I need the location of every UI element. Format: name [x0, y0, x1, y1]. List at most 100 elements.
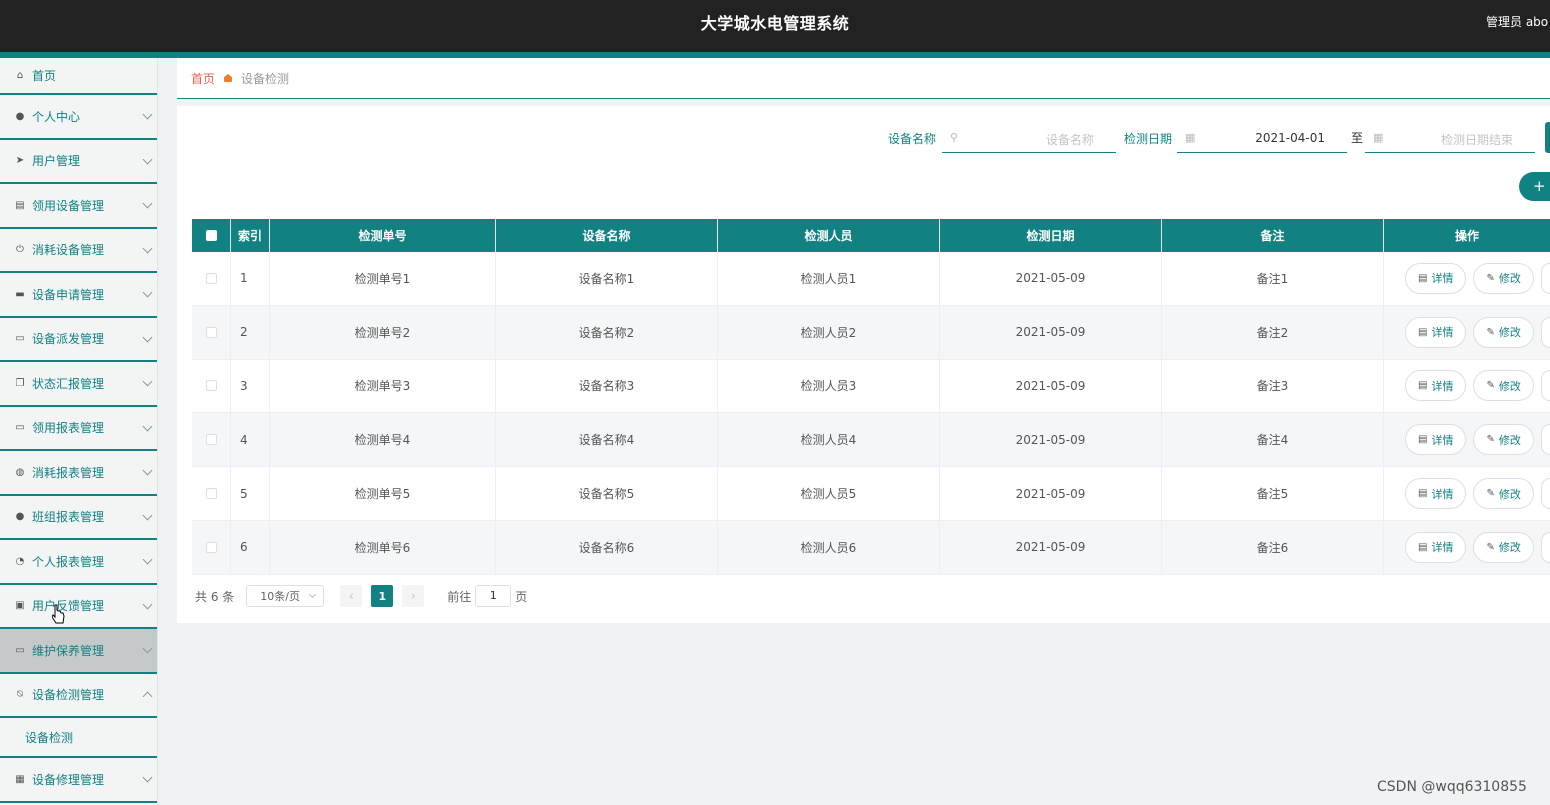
- column-header-check-date[interactable]: 检测日期: [940, 219, 1162, 252]
- detail-button[interactable]: ▤ 详情: [1405, 316, 1467, 348]
- detail-label: 详情: [1431, 487, 1454, 501]
- sidebar-item-11[interactable]: ● 班组报表管理: [0, 496, 157, 540]
- delete-button[interactable]: [1540, 424, 1550, 456]
- document-icon: ▤: [1418, 272, 1428, 284]
- row-checkbox[interactable]: [205, 326, 217, 338]
- cell-note: 备注3: [1162, 359, 1384, 413]
- sidebar-item-14[interactable]: ▭ 维护保养管理: [0, 629, 157, 674]
- table-row[interactable]: 6 检测单号6 设备名称6 检测人员6 2021-05-09 备注6 ▤ 详情 ✎ 修改: [192, 520, 1550, 575]
- wallet-icon: ▭: [15, 422, 25, 434]
- row-checkbox[interactable]: [205, 488, 217, 500]
- prev-page-button[interactable]: ‹: [340, 585, 363, 607]
- cell-device-name: 设备名称3: [496, 359, 718, 413]
- cell-check-no: 检测单号1: [270, 252, 496, 305]
- sidebar-item-2[interactable]: ● 个人中心: [0, 95, 157, 140]
- cell-check-no: 检测单号3: [270, 359, 496, 413]
- delete-button[interactable]: [1540, 531, 1550, 563]
- edit-button[interactable]: ✎ 修改: [1473, 370, 1534, 402]
- delete-button[interactable]: [1540, 478, 1550, 510]
- detail-button[interactable]: ▤ 详情: [1405, 424, 1467, 456]
- cell-check-no: 检测单号2: [270, 305, 496, 359]
- sidebar-subitem-device-check[interactable]: 设备检测: [0, 718, 157, 758]
- date-start-value: 2021-04-01: [1255, 131, 1325, 145]
- detail-button[interactable]: ▤ 详情: [1405, 531, 1467, 563]
- sidebar-item-9[interactable]: ▭ 领用报表管理: [0, 407, 157, 451]
- detail-button[interactable]: ▤ 详情: [1405, 262, 1467, 294]
- sidebar-item-label: 个人中心: [32, 109, 81, 124]
- delete-button[interactable]: [1540, 316, 1550, 348]
- table-row[interactable]: 1 检测单号1 设备名称1 检测人员1 2021-05-09 备注1 ▤ 详情 ✎ 修改: [192, 252, 1550, 306]
- cell-check-no: 检测单号5: [270, 467, 496, 520]
- sidebar-item-8[interactable]: ❐ 状态汇报管理: [0, 362, 157, 407]
- page-number-button[interactable]: 1: [371, 585, 394, 607]
- edit-button[interactable]: ✎ 修改: [1473, 262, 1534, 294]
- device-name-input[interactable]: ⚲ 设备名称: [942, 122, 1116, 153]
- document-icon: ▤: [1418, 541, 1428, 553]
- app-title: 大学城水电管理系统: [700, 14, 850, 33]
- delete-button[interactable]: [1540, 262, 1550, 294]
- sidebar-item-13[interactable]: ▣ 用户反馈管理: [0, 585, 157, 629]
- detail-button[interactable]: ▤ 详情: [1405, 370, 1467, 402]
- date-start-input[interactable]: ▦ 2021-04-01: [1177, 122, 1347, 153]
- cell-note: 备注2: [1162, 305, 1384, 359]
- row-checkbox[interactable]: [205, 380, 217, 392]
- detail-label: 详情: [1431, 379, 1454, 393]
- sidebar-item-6[interactable]: ▬ 设备申请管理: [0, 273, 157, 318]
- next-page-button[interactable]: ›: [402, 585, 425, 607]
- cell-index: 4: [231, 413, 270, 467]
- edit-button[interactable]: ✎ 修改: [1473, 316, 1534, 348]
- table-row[interactable]: 4 检测单号4 设备名称4 检测人员4 2021-05-09 备注4 ▤ 详情 ✎ 修改: [192, 413, 1550, 468]
- table-row[interactable]: 5 检测单号5 设备名称5 检测人员5 2021-05-09 备注5 ▤ 详情 ✎ 修改: [192, 467, 1550, 521]
- edit-label: 修改: [1498, 433, 1521, 447]
- sidebar-item-label: 设备申请管理: [32, 287, 105, 302]
- breadcrumb-home[interactable]: 首页: [191, 70, 215, 87]
- edit-label: 修改: [1498, 326, 1521, 340]
- row-checkbox[interactable]: [205, 272, 217, 284]
- power-icon: ⏻: [16, 244, 24, 256]
- detail-label: 详情: [1431, 541, 1454, 555]
- user-info[interactable]: 管理员 abo: [1486, 13, 1548, 30]
- document-icon: ▤: [1418, 380, 1428, 392]
- row-checkbox[interactable]: [205, 434, 217, 446]
- column-header-index[interactable]: 索引: [231, 219, 270, 252]
- sidebar-item-12[interactable]: ◔ 个人报表管理: [0, 540, 157, 585]
- column-header-check-no[interactable]: 检测单号: [270, 219, 496, 252]
- cell-inspector: 检测人员5: [718, 467, 940, 520]
- row-select-cell: [192, 305, 231, 359]
- edit-button[interactable]: ✎ 修改: [1473, 478, 1534, 510]
- table-row[interactable]: 3 检测单号3 设备名称3 检测人员3 2021-05-09 备注3 ▤ 详情 ✎ 修改: [192, 359, 1550, 414]
- edit-button[interactable]: ✎ 修改: [1473, 531, 1534, 563]
- date-end-input[interactable]: ▦ 检测日期结束: [1365, 122, 1535, 153]
- page-size-select[interactable]: 10条/页: [246, 585, 325, 607]
- detail-button[interactable]: ▤ 详情: [1405, 478, 1467, 510]
- table-row[interactable]: 2 检测单号2 设备名称2 检测人员2 2021-05-09 备注2 ▤ 详情 ✎ 修改: [192, 305, 1550, 360]
- sidebar-item-4[interactable]: ▤ 领用设备管理: [0, 184, 157, 229]
- row-checkbox[interactable]: [205, 541, 217, 553]
- page-suffix-label: 页: [515, 589, 528, 604]
- delete-button[interactable]: [1540, 370, 1550, 402]
- sidebar-item-1[interactable]: ⌂ 首页: [0, 58, 157, 95]
- sidebar-item-3[interactable]: ➤ 用户管理: [0, 140, 157, 184]
- column-header-inspector[interactable]: 检测人员: [718, 219, 940, 252]
- cell-index: 5: [231, 467, 270, 520]
- select-all-checkbox[interactable]: [205, 230, 217, 241]
- edit-icon: ✎: [1486, 541, 1495, 553]
- sidebar-item-5[interactable]: ⏻ 消耗设备管理: [0, 229, 157, 273]
- column-header-device-name[interactable]: 设备名称: [496, 219, 718, 252]
- cell-inspector: 检测人员3: [718, 359, 940, 413]
- bell-off-icon: ⍉: [17, 689, 23, 701]
- sidebar-item-10[interactable]: ◍ 消耗报表管理: [0, 451, 157, 496]
- page-size-value: 10条/页: [260, 590, 300, 603]
- column-header-note[interactable]: 备注: [1162, 219, 1384, 252]
- edit-button[interactable]: ✎ 修改: [1473, 424, 1534, 456]
- sidebar-item-15[interactable]: ⍉ 设备检测管理: [0, 674, 157, 718]
- goto-page-input[interactable]: 1: [475, 585, 512, 607]
- sidebar-item-label: 维护保养管理: [32, 643, 105, 658]
- breadcrumb: 首页 设备检测: [177, 58, 1550, 99]
- cell-note: 备注1: [1162, 252, 1384, 305]
- search-button[interactable]: [1545, 122, 1550, 153]
- sidebar-item-16[interactable]: ▦ 设备修理管理: [0, 758, 157, 803]
- sidebar-item-7[interactable]: ▭ 设备派发管理: [0, 318, 157, 362]
- column-header-actions: 操作: [1454, 229, 1479, 243]
- add-button[interactable]: +: [1519, 172, 1550, 201]
